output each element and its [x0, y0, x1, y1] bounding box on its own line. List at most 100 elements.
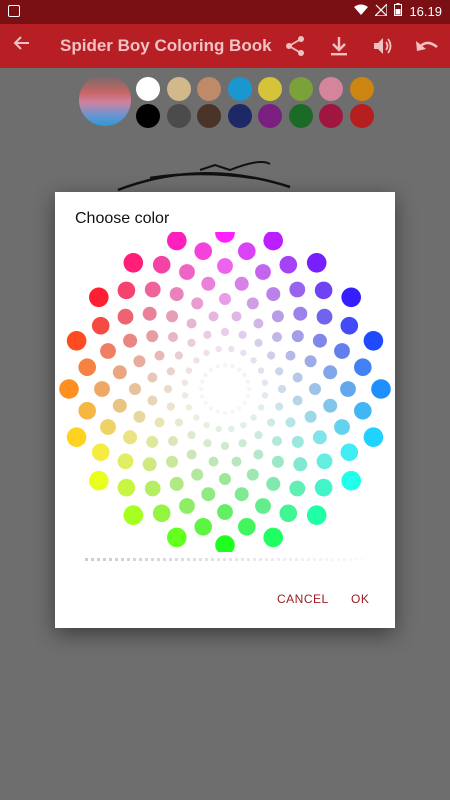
color-dot[interactable]	[203, 372, 208, 378]
color-dot[interactable]	[186, 449, 197, 460]
palette-swatch[interactable]	[258, 77, 282, 101]
color-dot[interactable]	[203, 439, 212, 448]
color-dot[interactable]	[208, 367, 214, 372]
color-dot[interactable]	[263, 232, 283, 251]
color-dot[interactable]	[323, 365, 338, 380]
color-dot[interactable]	[181, 392, 189, 399]
color-dot[interactable]	[215, 425, 222, 433]
color-dot[interactable]	[185, 367, 193, 374]
color-dot[interactable]	[234, 487, 249, 502]
color-dot[interactable]	[66, 427, 87, 447]
color-dot[interactable]	[228, 425, 235, 433]
color-dot[interactable]	[236, 367, 242, 372]
undo-icon[interactable]	[414, 33, 440, 59]
color-dot[interactable]	[279, 504, 298, 523]
color-dot[interactable]	[267, 418, 276, 427]
color-dot[interactable]	[275, 367, 284, 376]
palette-swatch[interactable]	[136, 77, 160, 101]
color-dot[interactable]	[203, 421, 210, 429]
color-dot[interactable]	[123, 505, 144, 525]
color-dot[interactable]	[191, 468, 204, 481]
color-dot[interactable]	[254, 338, 263, 347]
color-dot[interactable]	[240, 349, 247, 357]
color-dot[interactable]	[271, 455, 284, 468]
color-dot[interactable]	[230, 409, 235, 414]
color-dot[interactable]	[340, 381, 356, 397]
color-dot[interactable]	[217, 504, 233, 520]
color-dot[interactable]	[193, 357, 200, 364]
color-dot[interactable]	[238, 518, 256, 536]
color-dot[interactable]	[215, 535, 235, 552]
color-dot[interactable]	[144, 281, 161, 298]
color-dot[interactable]	[231, 456, 242, 467]
color-dot[interactable]	[123, 333, 138, 348]
color-dot[interactable]	[146, 330, 159, 343]
color-dot[interactable]	[255, 498, 271, 514]
lightness-slider[interactable]	[85, 558, 365, 562]
color-dot[interactable]	[174, 351, 183, 360]
color-dot[interactable]	[291, 435, 304, 448]
color-dot[interactable]	[314, 281, 333, 300]
color-dot[interactable]	[152, 255, 171, 274]
color-dot[interactable]	[289, 281, 306, 298]
palette-swatch[interactable]	[319, 104, 343, 128]
ok-button[interactable]: OK	[351, 592, 369, 606]
color-dot[interactable]	[253, 449, 264, 460]
color-dot[interactable]	[219, 473, 231, 485]
color-dot[interactable]	[312, 430, 327, 445]
color-dot[interactable]	[203, 400, 208, 406]
color-dot[interactable]	[208, 311, 219, 322]
color-dot[interactable]	[89, 287, 109, 308]
color-dot[interactable]	[341, 287, 362, 308]
color-dot[interactable]	[117, 308, 134, 325]
color-dot[interactable]	[228, 345, 235, 353]
color-dot[interactable]	[222, 362, 228, 368]
color-dot[interactable]	[168, 332, 178, 342]
volume-icon[interactable]	[370, 33, 396, 59]
color-dot[interactable]	[238, 439, 247, 448]
color-wheel[interactable]	[55, 232, 395, 552]
custom-color-swatch[interactable]	[79, 74, 131, 126]
color-dot[interactable]	[179, 498, 195, 514]
color-dot[interactable]	[154, 417, 165, 428]
color-dot[interactable]	[201, 487, 216, 502]
color-dot[interactable]	[200, 379, 205, 384]
back-arrow-icon[interactable]	[0, 34, 44, 58]
color-dot[interactable]	[272, 332, 282, 342]
color-dot[interactable]	[193, 414, 200, 421]
color-dot[interactable]	[234, 276, 249, 291]
color-dot[interactable]	[309, 383, 321, 395]
color-dot[interactable]	[215, 364, 220, 369]
color-dot[interactable]	[323, 398, 338, 413]
color-dot[interactable]	[117, 478, 136, 497]
palette-swatch[interactable]	[349, 104, 374, 128]
color-dot[interactable]	[194, 518, 212, 536]
color-dot[interactable]	[257, 404, 265, 411]
color-dot[interactable]	[123, 430, 138, 445]
color-dot[interactable]	[147, 372, 158, 383]
color-dot[interactable]	[236, 406, 242, 411]
color-dot[interactable]	[266, 476, 281, 491]
color-dot[interactable]	[231, 311, 242, 322]
color-dot[interactable]	[292, 372, 303, 383]
color-dot[interactable]	[117, 281, 136, 300]
color-dot[interactable]	[215, 409, 220, 414]
color-dot[interactable]	[112, 365, 127, 380]
color-dot[interactable]	[257, 367, 265, 374]
color-dot[interactable]	[354, 402, 372, 420]
color-dot[interactable]	[363, 427, 384, 447]
color-dot[interactable]	[91, 443, 110, 462]
color-dot[interactable]	[201, 276, 216, 291]
palette-swatch[interactable]	[136, 104, 160, 128]
color-dot[interactable]	[240, 421, 247, 429]
color-dot[interactable]	[187, 338, 196, 347]
color-dot[interactable]	[238, 242, 256, 260]
color-dot[interactable]	[133, 355, 146, 368]
color-dot[interactable]	[272, 436, 282, 446]
color-dot[interactable]	[203, 330, 212, 339]
color-dot[interactable]	[215, 345, 222, 353]
color-dot[interactable]	[166, 310, 179, 323]
color-dot[interactable]	[144, 480, 161, 497]
color-dot[interactable]	[304, 355, 317, 368]
color-dot[interactable]	[163, 384, 173, 394]
